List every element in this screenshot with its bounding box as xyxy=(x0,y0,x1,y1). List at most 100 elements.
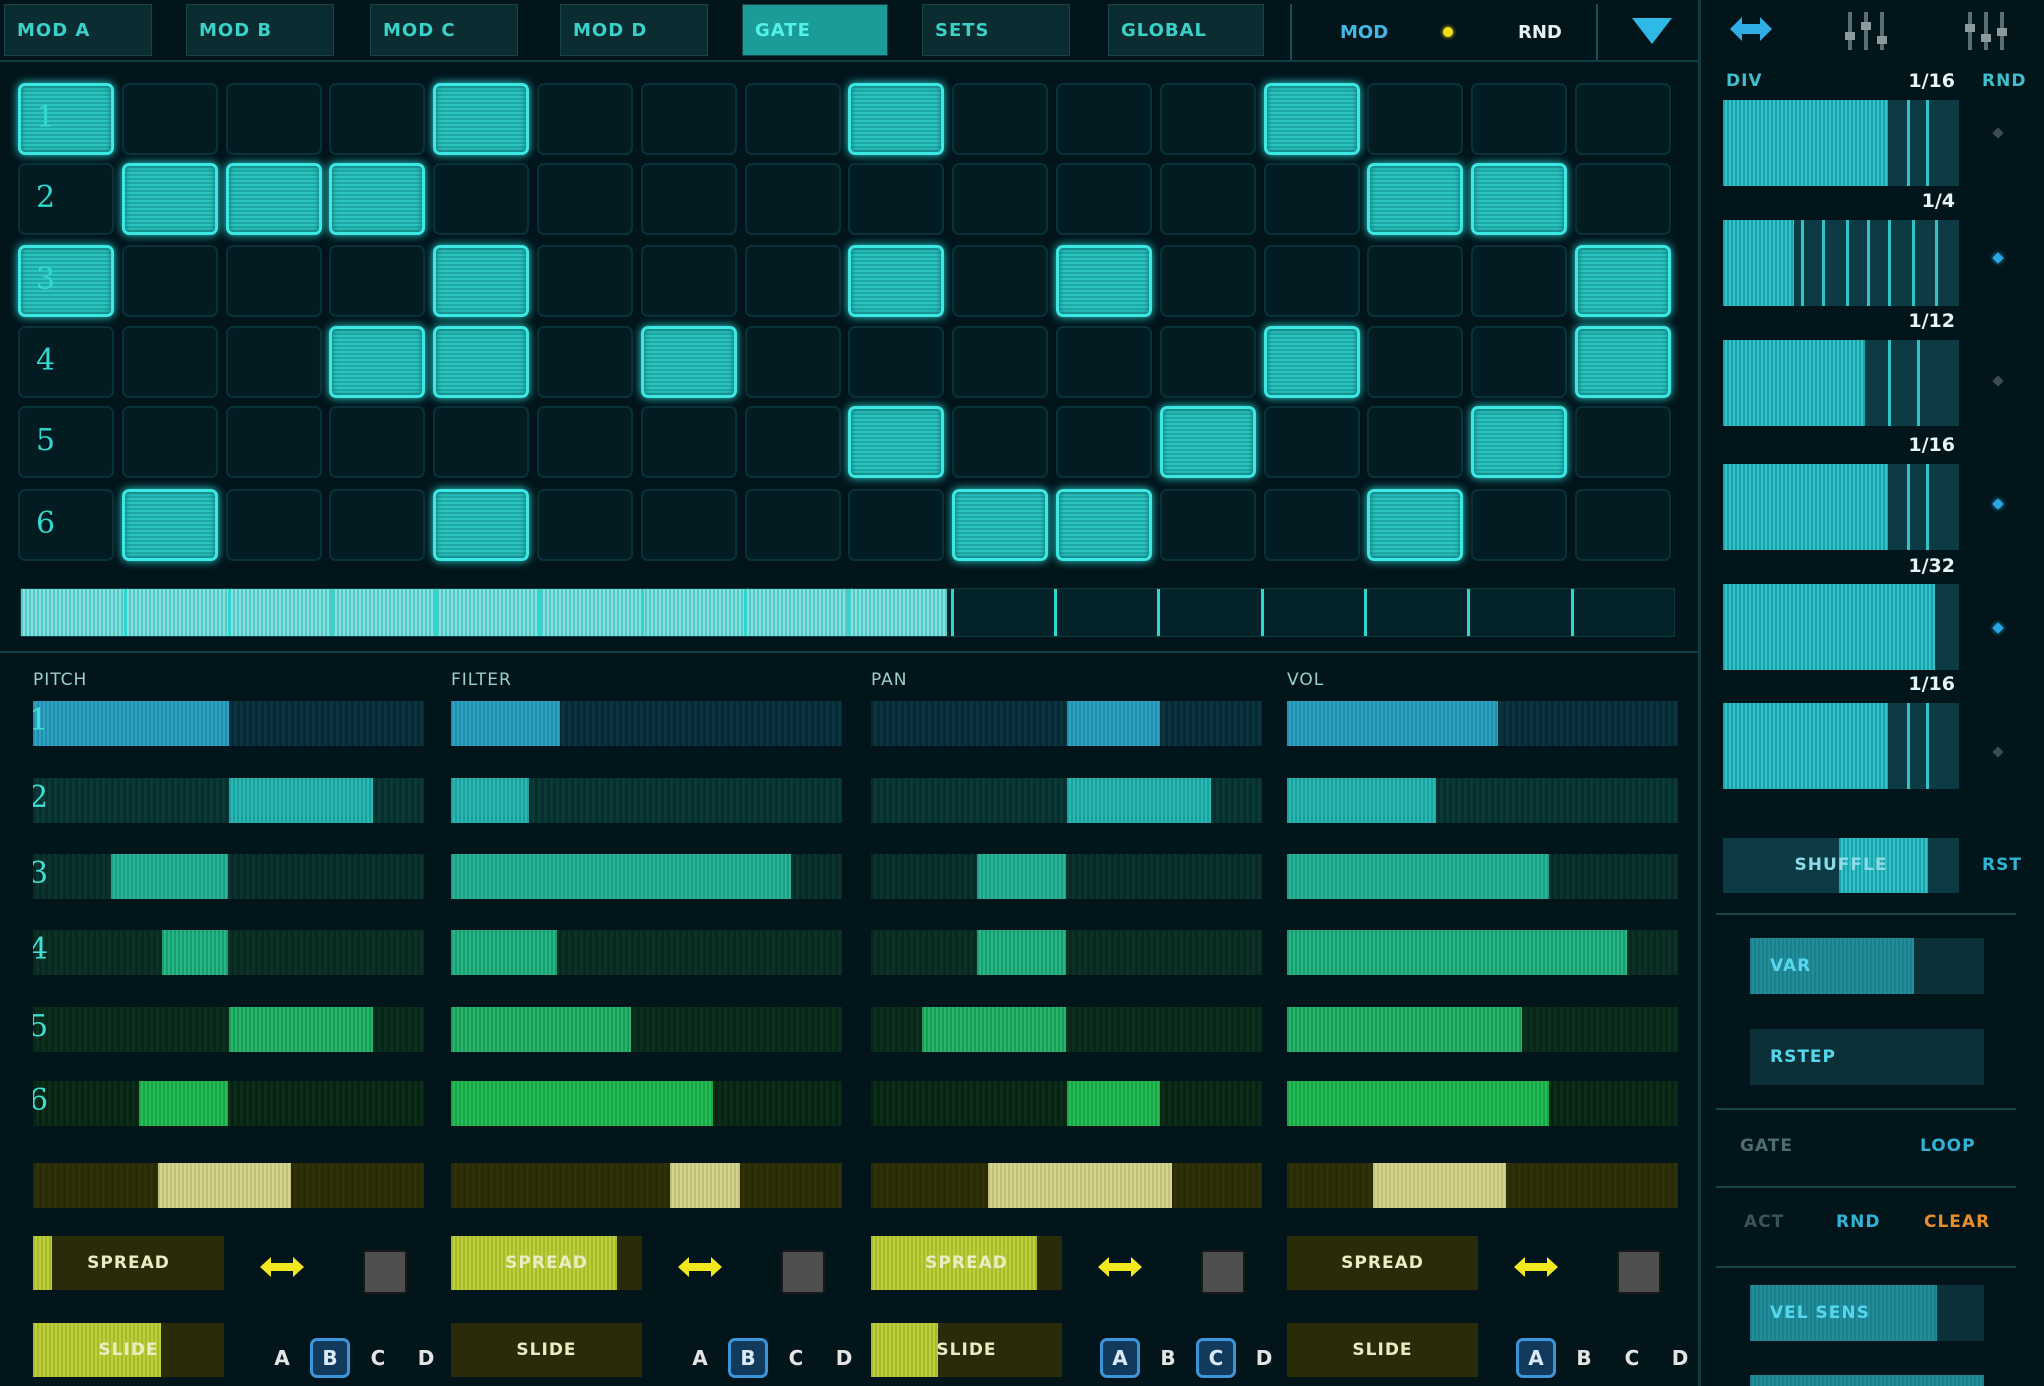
gate-cell[interactable] xyxy=(1056,163,1152,235)
tab-gate[interactable]: GATE xyxy=(742,4,888,56)
slot-c-button[interactable]: C xyxy=(358,1338,398,1378)
rnd-toggle-dot-icon[interactable] xyxy=(1992,252,2004,264)
gate-cell[interactable] xyxy=(1056,489,1152,561)
lane-value-slider[interactable] xyxy=(871,778,1262,823)
gate-cell[interactable] xyxy=(537,163,633,235)
rnd-toggle-dot-icon[interactable] xyxy=(1992,746,2004,758)
gate-cell[interactable] xyxy=(433,83,530,155)
shuffle-slider[interactable]: SHUFFLE xyxy=(1723,838,1959,893)
gate-cell[interactable] xyxy=(1159,83,1256,155)
gate-cell[interactable] xyxy=(952,489,1049,561)
gate-cell[interactable] xyxy=(433,406,530,478)
gate-cell[interactable] xyxy=(1367,163,1464,235)
gate-cell[interactable] xyxy=(1159,163,1256,235)
slot-c-button[interactable]: C xyxy=(776,1338,816,1378)
lane-range-slider[interactable] xyxy=(871,1163,1262,1208)
gate-cell[interactable] xyxy=(1471,83,1568,155)
gate-cell[interactable] xyxy=(1575,489,1671,561)
sliders-icon[interactable] xyxy=(1842,10,1890,52)
lane-range-slider[interactable] xyxy=(451,1163,842,1208)
spread-slider[interactable]: SPREAD xyxy=(1287,1236,1478,1290)
spread-swap-arrows-icon[interactable] xyxy=(1514,1255,1558,1279)
dropdown-triangle-icon[interactable] xyxy=(1630,16,1674,46)
lane-value-slider[interactable]: 2 xyxy=(33,778,424,823)
slot-b-button[interactable]: B xyxy=(1564,1338,1604,1378)
gate-cell[interactable] xyxy=(1471,163,1568,235)
gate-cell[interactable] xyxy=(121,163,218,235)
gate-cell[interactable] xyxy=(329,406,426,478)
spread-swap-arrows-icon[interactable] xyxy=(260,1255,304,1279)
gate-cell[interactable] xyxy=(18,406,114,478)
gate-cell[interactable] xyxy=(225,163,322,235)
lane-value-slider[interactable] xyxy=(451,1007,842,1052)
slot-d-button[interactable]: D xyxy=(1244,1338,1284,1378)
lane-value-slider[interactable]: 1 xyxy=(33,701,424,746)
gate-cell[interactable] xyxy=(952,245,1049,317)
gate-cell[interactable] xyxy=(744,163,841,235)
gate-cell[interactable] xyxy=(225,326,322,398)
gate-mode-label[interactable]: GATE xyxy=(1740,1136,1793,1156)
gate-cell[interactable] xyxy=(952,406,1049,478)
lane-value-slider[interactable] xyxy=(871,701,1262,746)
gate-cell[interactable] xyxy=(18,83,114,155)
lane-value-slider[interactable] xyxy=(1287,930,1678,975)
act-label[interactable]: ACT xyxy=(1744,1212,1784,1232)
slot-d-button[interactable]: D xyxy=(824,1338,864,1378)
tab-mod-a[interactable]: MOD A xyxy=(4,4,152,56)
next-slider-partial[interactable] xyxy=(1750,1375,1984,1386)
gate-cell[interactable] xyxy=(1263,163,1360,235)
gate-cell[interactable] xyxy=(952,163,1049,235)
rnd-toggle-dot-icon[interactable] xyxy=(1992,622,2004,634)
gate-cell[interactable] xyxy=(1575,406,1671,478)
slide-slider[interactable]: SLIDE xyxy=(871,1323,1062,1377)
slot-b-button[interactable]: B xyxy=(1148,1338,1188,1378)
gate-cell[interactable] xyxy=(329,163,426,235)
division-slider[interactable] xyxy=(1723,703,1959,789)
tab-mod-d[interactable]: MOD D xyxy=(560,4,708,56)
rnd-toggle-dot-icon[interactable] xyxy=(1992,127,2004,139)
slot-a-button[interactable]: A xyxy=(1516,1338,1556,1378)
gate-cell[interactable] xyxy=(1159,406,1256,478)
lane-toggle-square[interactable] xyxy=(781,1250,825,1294)
gate-cell[interactable] xyxy=(121,406,218,478)
gate-cell[interactable] xyxy=(1367,245,1464,317)
gate-cell[interactable] xyxy=(121,489,218,561)
gate-cell[interactable] xyxy=(225,83,322,155)
gate-cell[interactable] xyxy=(1056,83,1152,155)
gate-cell[interactable] xyxy=(1263,245,1360,317)
spread-swap-arrows-icon[interactable] xyxy=(678,1255,722,1279)
gate-cell[interactable] xyxy=(537,245,633,317)
mod-toggle[interactable]: MOD xyxy=(1340,24,1388,42)
gate-cell[interactable] xyxy=(537,83,633,155)
rnd-toggle[interactable]: RND xyxy=(1518,24,1562,42)
gate-cell[interactable] xyxy=(1367,83,1464,155)
gate-cell[interactable] xyxy=(1471,489,1568,561)
gate-cell[interactable] xyxy=(433,163,530,235)
lane-value-slider[interactable] xyxy=(451,930,842,975)
tab-mod-c[interactable]: MOD C xyxy=(370,4,518,56)
gate-cell[interactable] xyxy=(1263,83,1360,155)
swap-arrows-icon[interactable] xyxy=(1730,14,1772,44)
slot-d-button[interactable]: D xyxy=(406,1338,446,1378)
spread-slider[interactable]: SPREAD xyxy=(451,1236,642,1290)
clear-button[interactable]: CLEAR xyxy=(1924,1212,1990,1232)
gate-cell[interactable] xyxy=(640,83,737,155)
lane-value-slider[interactable] xyxy=(871,1081,1262,1126)
tab-mod-b[interactable]: MOD B xyxy=(186,4,334,56)
gate-cell[interactable] xyxy=(640,245,737,317)
slot-c-button[interactable]: C xyxy=(1612,1338,1652,1378)
division-slider[interactable] xyxy=(1723,584,1959,670)
lane-range-slider[interactable] xyxy=(33,1163,424,1208)
slot-a-button[interactable]: A xyxy=(1100,1338,1140,1378)
spread-swap-arrows-icon[interactable] xyxy=(1098,1255,1142,1279)
lane-value-slider[interactable]: 4 xyxy=(33,930,424,975)
gate-cell[interactable] xyxy=(121,83,218,155)
gate-cell[interactable] xyxy=(952,326,1049,398)
gate-cell[interactable] xyxy=(537,406,633,478)
gate-cell[interactable] xyxy=(848,489,945,561)
gate-cell[interactable] xyxy=(640,489,737,561)
gate-cell[interactable] xyxy=(640,326,737,398)
lane-toggle-square[interactable] xyxy=(363,1250,407,1294)
gate-cell[interactable] xyxy=(744,489,841,561)
rnd-toggle-dot-icon[interactable] xyxy=(1992,375,2004,387)
